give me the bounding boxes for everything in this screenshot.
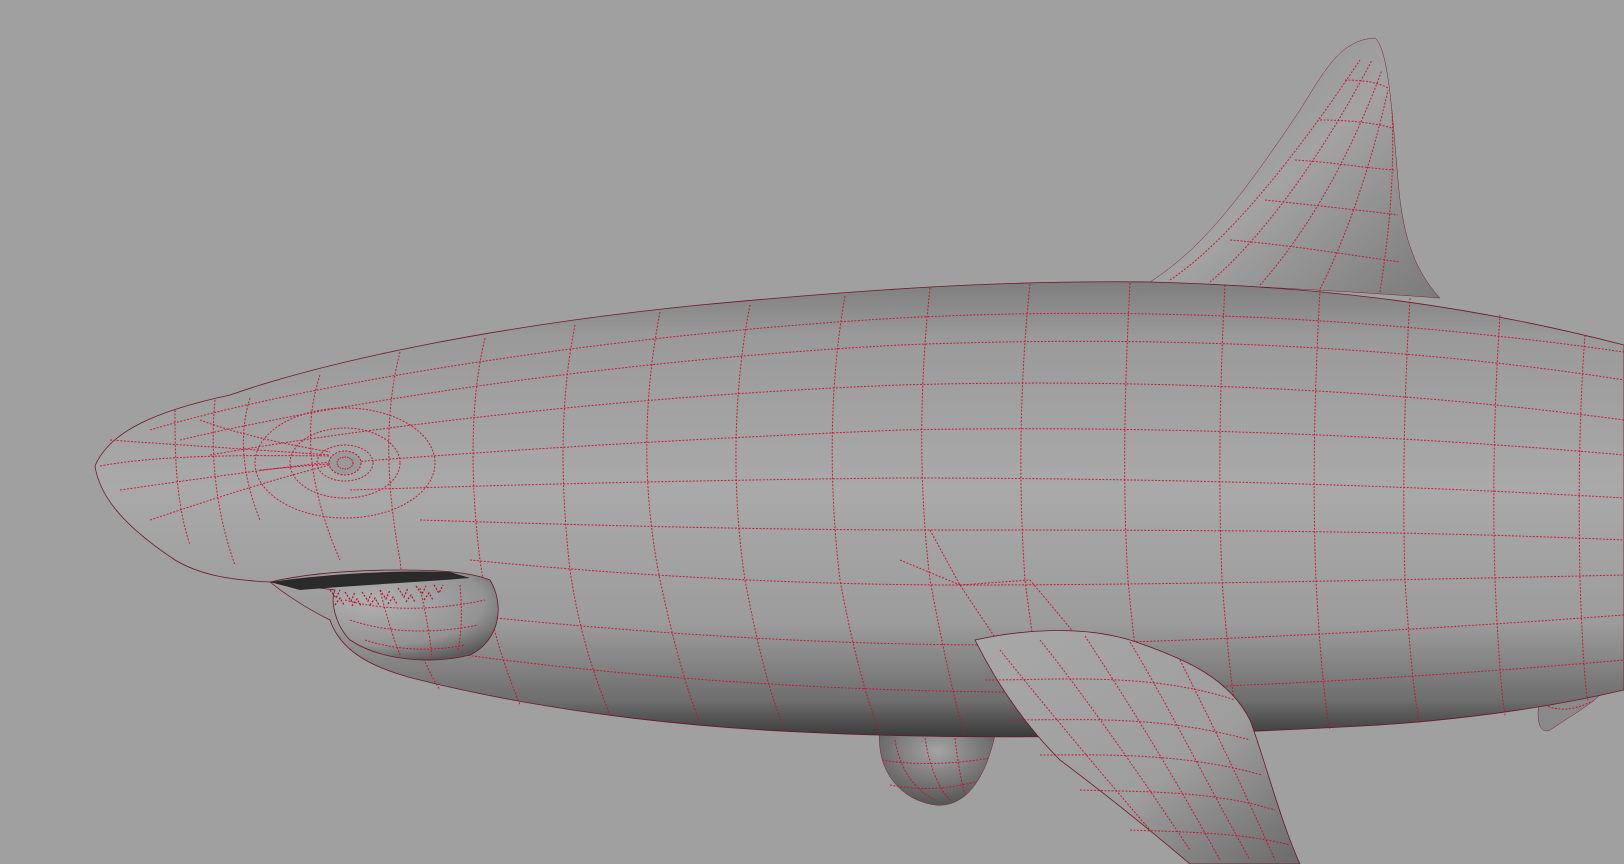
shark-body[interactable] xyxy=(94,281,1624,739)
eye[interactable] xyxy=(328,450,362,476)
viewport-canvas[interactable] xyxy=(0,0,1624,864)
pelvic-fin[interactable] xyxy=(879,727,996,806)
3d-viewport[interactable] xyxy=(0,0,1624,864)
lower-jaw[interactable] xyxy=(269,569,499,661)
dorsal-fin[interactable] xyxy=(1149,37,1441,299)
